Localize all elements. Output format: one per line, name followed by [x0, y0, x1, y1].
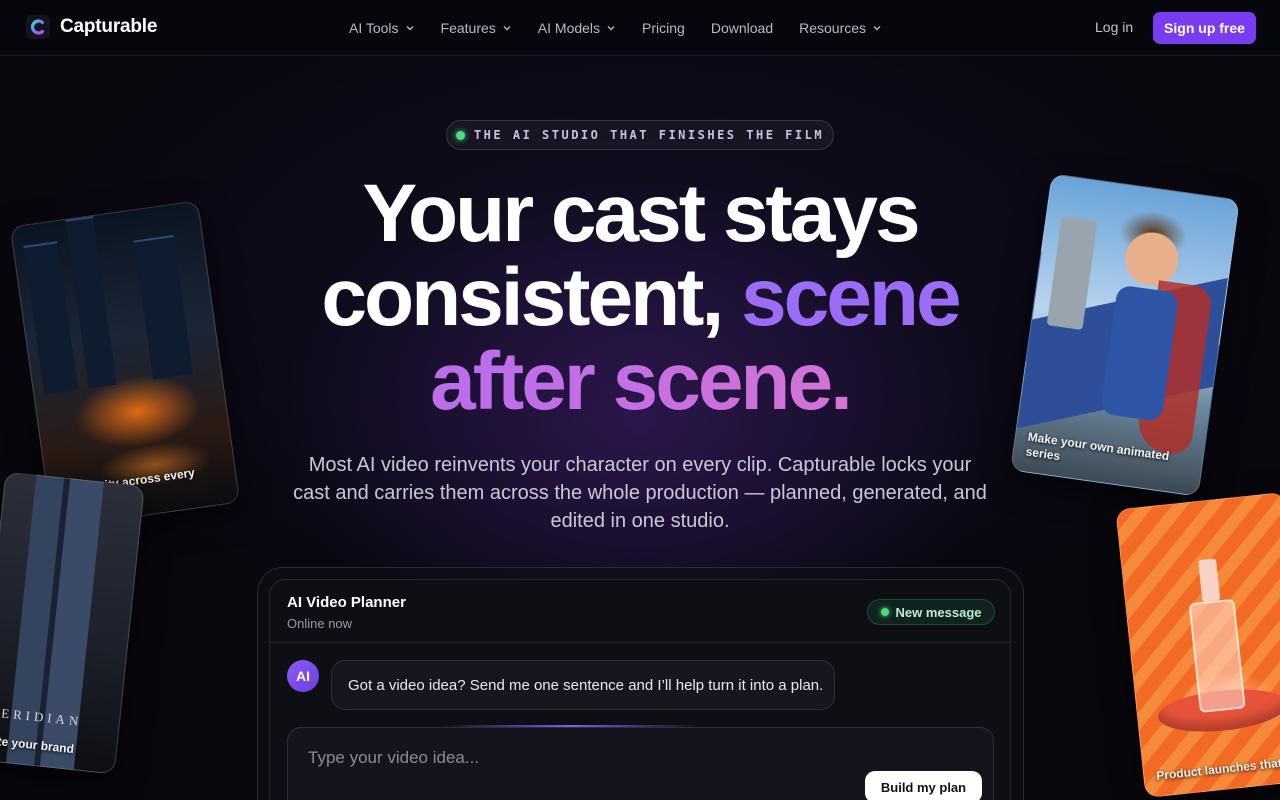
menu-download[interactable]: Download — [711, 20, 773, 36]
menu-ai-tools-label: AI Tools — [349, 20, 399, 36]
card-brand-jeans: ERIDIAN ote your brand — [0, 471, 145, 775]
main-menu: AI Tools Features AI Models Pricing Down… — [349, 0, 908, 56]
menu-ai-tools[interactable]: AI Tools — [349, 20, 415, 36]
hero-subtitle: Most AI video reinvents your character o… — [293, 454, 987, 532]
menu-ai-models[interactable]: AI Models — [538, 20, 616, 36]
chevron-down-icon — [406, 26, 414, 31]
headline-line-1: Your cast stays — [362, 168, 920, 259]
card-product-launch-caption: Product launches that s — [1155, 754, 1280, 783]
capturable-logo-icon — [26, 15, 50, 39]
hero-badge: THE AI STUDIO THAT FINISHES THE FILM — [446, 120, 834, 150]
chat-status: Online now — [287, 616, 353, 631]
headline-line-3: after scene. — [0, 340, 1280, 424]
chat-title: AI Video Planner — [287, 594, 406, 611]
headline-line-2-plain: consistent, — [321, 252, 724, 343]
menu-resources-label: Resources — [799, 20, 867, 36]
video-idea-input[interactable] — [308, 746, 848, 770]
new-message-badge[interactable]: New message — [867, 599, 995, 625]
new-message-label: New message — [895, 604, 982, 620]
menu-features-label: Features — [440, 20, 496, 36]
signup-button[interactable]: Sign up free — [1153, 12, 1256, 44]
card-product-launch: Product launches that s — [1115, 491, 1280, 799]
brand[interactable]: Capturable — [26, 15, 157, 39]
build-plan-button[interactable]: Build my plan — [865, 771, 982, 800]
login-link[interactable]: Log in — [1095, 19, 1133, 35]
chevron-down-icon — [607, 26, 615, 31]
hero-badge-text: THE AI STUDIO THAT FINISHES THE FILM — [473, 128, 825, 142]
menu-pricing-label: Pricing — [642, 20, 685, 36]
headline-line-2: consistent, scene — [0, 256, 1280, 340]
chat-message-bubble: Got a video idea? Send me one sentence a… — [331, 660, 835, 710]
chat-input-box: Build my plan — [287, 727, 994, 800]
top-navbar: Capturable AI Tools Features AI Models P… — [0, 0, 1280, 56]
brand-name: Capturable — [60, 16, 158, 37]
status-dot-icon — [455, 130, 465, 140]
menu-resources[interactable]: Resources — [799, 20, 882, 36]
status-dot-icon — [880, 608, 889, 616]
ai-video-planner-chat: AI Video Planner Online now New message … — [269, 579, 1011, 800]
bottle-neck-shape — [1198, 558, 1221, 603]
headline-line-2-accent: scene — [741, 252, 962, 343]
menu-ai-models-label: AI Models — [537, 20, 601, 36]
chevron-down-icon — [503, 26, 511, 31]
menu-download-label: Download — [710, 20, 774, 36]
chevron-down-icon — [873, 26, 881, 31]
menu-pricing[interactable]: Pricing — [642, 20, 685, 36]
ai-avatar: AI — [287, 660, 319, 692]
hero-headline: Your cast stays consistent, scene after … — [0, 172, 1280, 424]
card-brand-jeans-caption: ote your brand — [0, 733, 75, 757]
brand-wordmark: ERIDIAN — [0, 705, 84, 729]
menu-features[interactable]: Features — [441, 20, 512, 36]
chat-header: AI Video Planner Online now New message — [270, 580, 1010, 643]
